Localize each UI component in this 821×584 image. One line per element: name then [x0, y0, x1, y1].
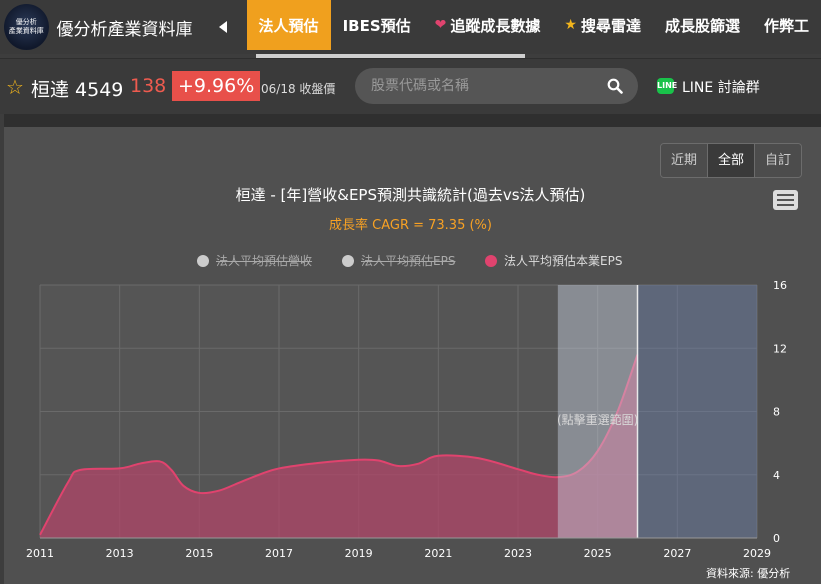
y-tick-label: 12 [773, 342, 787, 355]
y-tick-label: 4 [773, 469, 780, 482]
x-tick-label: 2025 [584, 547, 612, 560]
y-tick-label: 16 [773, 279, 787, 292]
x-tick-label: 2021 [424, 547, 452, 560]
forecast-band-0 [557, 285, 638, 538]
x-tick-label: 2013 [106, 547, 134, 560]
x-tick-label: 2011 [26, 547, 54, 560]
forecast-band-1 [637, 285, 757, 538]
band-hint-label: (點擊重選範圍) [557, 412, 638, 427]
x-tick-label: 2027 [663, 547, 691, 560]
y-tick-label: 8 [773, 406, 780, 419]
x-tick-label: 2017 [265, 547, 293, 560]
x-tick-label: 2023 [504, 547, 532, 560]
eps-area-chart[interactable]: (點擊重選範圍) 2011 2013 2015 2017 2019 2021 2023 2025… [0, 0, 821, 584]
x-tick-label: 2019 [345, 547, 373, 560]
x-tick-label: 2015 [185, 547, 213, 560]
y-tick-label: 0 [773, 532, 780, 545]
data-source-label: 資料來源: 優分析 [706, 567, 791, 580]
x-tick-label: 2029 [743, 547, 771, 560]
